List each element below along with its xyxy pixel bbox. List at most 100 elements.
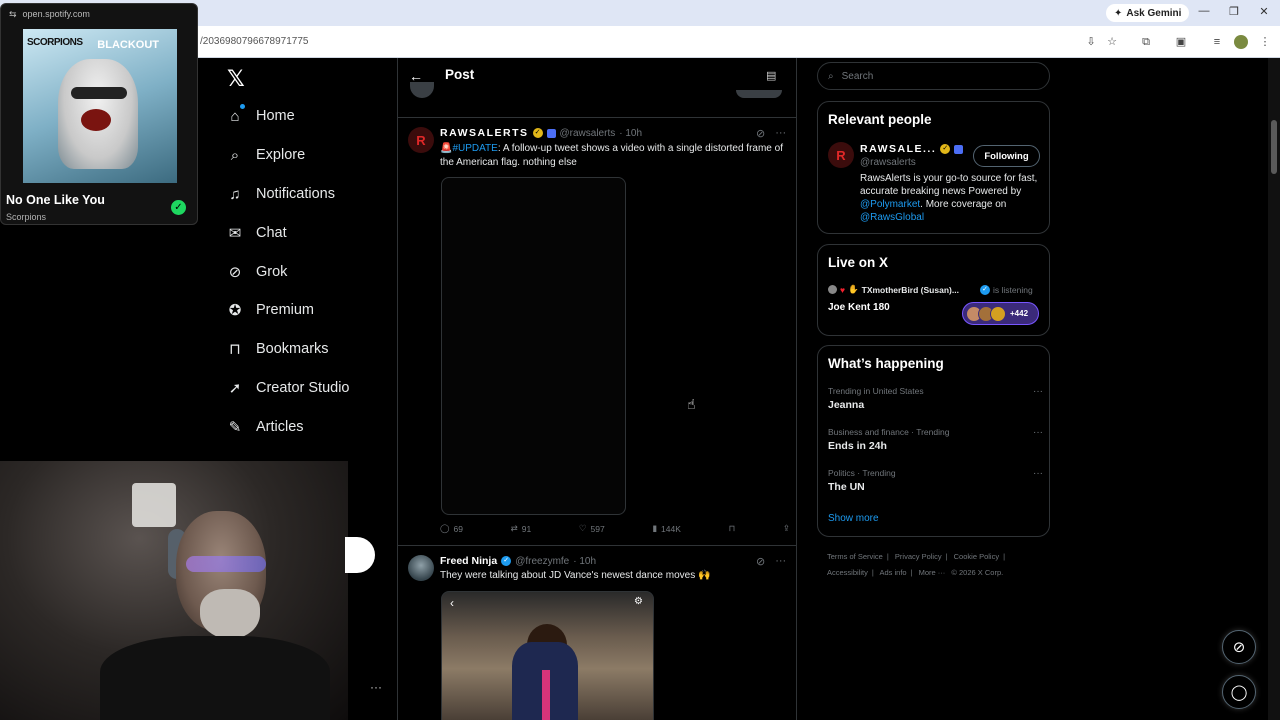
restore-icon[interactable]: ❐ xyxy=(1226,5,1242,18)
article-icon: ✎ xyxy=(228,419,242,436)
reader-mode-icon[interactable]: ▤ xyxy=(766,69,776,82)
trend-item[interactable]: Politics · Trending The UN ··· xyxy=(828,468,1043,493)
views-button[interactable]: ▮ 144K xyxy=(652,523,681,534)
footer-separator: | xyxy=(871,568,874,577)
author-name[interactable]: RAWSALERTS xyxy=(440,127,529,139)
grok-icon[interactable]: ⊘ xyxy=(756,555,765,568)
avatar[interactable]: R xyxy=(408,127,434,153)
spotify-miniplayer[interactable]: ⇆ open.spotify.com SCORPIONS BLACKOUT No… xyxy=(0,3,198,225)
footer-separator: | xyxy=(1003,552,1006,561)
nav-notifications[interactable]: ♫ Notifications xyxy=(226,185,335,203)
track-artist[interactable]: Scorpions xyxy=(6,212,46,222)
minimize-icon[interactable]: — xyxy=(1196,5,1212,17)
tweet-time[interactable]: · 10h xyxy=(573,556,596,567)
chevron-left-icon[interactable]: ‹ xyxy=(450,596,454,610)
bio-link[interactable]: @RawsGlobal xyxy=(860,212,924,223)
show-more-link[interactable]: Show more xyxy=(828,513,879,524)
live-host[interactable]: ♥ ✋ TXmotherBird (Susan)... xyxy=(828,284,959,295)
tweet-author[interactable]: Freed Ninja ✓ @freezymfe · 10h xyxy=(440,555,596,567)
grok-icon[interactable]: ⊘ xyxy=(756,127,765,140)
follow-button[interactable] xyxy=(736,90,782,98)
person-handle[interactable]: @rawsalerts xyxy=(860,157,916,168)
reply-button[interactable]: ◯ 69 xyxy=(440,523,463,534)
footer-link[interactable]: Cookie Policy xyxy=(954,552,999,561)
hashtag-link[interactable]: #UPDATE xyxy=(452,143,497,154)
nav-articles[interactable]: ✎ Articles xyxy=(226,418,304,436)
footer-link[interactable]: Privacy Policy xyxy=(895,552,942,561)
split-view-icon[interactable]: ▣ xyxy=(1174,35,1188,49)
space-title[interactable]: Joe Kent 180 xyxy=(828,302,890,313)
nav-home[interactable]: ⌂ Home xyxy=(226,107,294,125)
x-logo-icon[interactable]: 𝕏 xyxy=(227,66,245,92)
profile-avatar[interactable] xyxy=(1234,35,1248,49)
url-text[interactable]: /2036980796678971775 xyxy=(200,36,308,47)
settings-sliders-icon[interactable]: ⚙ xyxy=(634,596,643,607)
media-icon[interactable]: ≡ xyxy=(1210,35,1224,49)
person-name-text[interactable]: RAWSALE... xyxy=(860,143,936,155)
nav-chat[interactable]: ✉ Chat xyxy=(226,224,287,242)
more-icon[interactable]: ··· xyxy=(370,680,382,694)
grok-icon: ⊘ xyxy=(228,264,242,281)
trend-item[interactable]: Trending in United States Jeanna ··· xyxy=(828,386,1043,411)
nav-creator-studio[interactable]: ➚ Creator Studio xyxy=(226,379,350,397)
close-icon[interactable]: ✕ xyxy=(1256,5,1272,18)
messages-fab-button[interactable]: ◯ xyxy=(1222,675,1256,709)
scrollbar-thumb[interactable] xyxy=(1271,120,1277,174)
more-icon[interactable]: ··· xyxy=(775,555,786,568)
following-button[interactable]: Following xyxy=(973,145,1040,167)
tweet-author[interactable]: RAWSALERTS ✓ @rawsalerts · 10h xyxy=(440,127,642,139)
bookmark-button[interactable]: ⊓ xyxy=(729,523,736,534)
tweet-video[interactable]: ‹ ⚙ xyxy=(441,591,654,720)
copyright: © 2026 X Corp. xyxy=(951,568,1004,577)
webcam-overlay xyxy=(0,461,348,720)
home-icon: ⌂ xyxy=(230,107,240,125)
nav-bookmarks[interactable]: ⊓ Bookmarks xyxy=(226,340,328,358)
share-button[interactable]: ⇪ xyxy=(783,523,790,534)
bell-icon: ♫ xyxy=(229,185,241,203)
footer-link[interactable]: Accessibility xyxy=(827,568,868,577)
avatar[interactable] xyxy=(410,82,434,98)
more-icon[interactable]: ··· xyxy=(1033,386,1043,397)
ask-gemini-button[interactable]: ✦ Ask Gemini xyxy=(1106,4,1190,22)
footer-link[interactable]: More ··· xyxy=(919,568,946,577)
trend-name: Ends in 24h xyxy=(828,440,887,452)
extensions-icon[interactable]: ⧉ xyxy=(1139,35,1153,49)
author-handle[interactable]: @freezymfe xyxy=(515,556,569,567)
bio-link[interactable]: @Polymarket xyxy=(860,199,920,210)
author-handle[interactable]: @rawsalerts xyxy=(560,128,616,139)
more-icon[interactable]: ··· xyxy=(1033,427,1043,438)
tweet-time[interactable]: · 10h xyxy=(619,128,642,139)
avatar[interactable] xyxy=(408,555,434,581)
avatar xyxy=(828,285,837,294)
listeners-pill[interactable]: +442 xyxy=(962,302,1039,325)
person-name[interactable]: RAWSALE... ✓ xyxy=(860,143,964,155)
like-button[interactable]: ♡ 597 xyxy=(579,523,605,534)
repost-button[interactable]: ⇄ 91 xyxy=(511,523,532,534)
star-icon[interactable]: ☆ xyxy=(1105,35,1119,49)
nav-label: Notifications xyxy=(256,186,335,202)
rocket-icon: ➚ xyxy=(228,380,242,397)
status-text: is listening xyxy=(993,285,1033,295)
nav-grok[interactable]: ⊘ Grok xyxy=(226,263,288,281)
install-icon[interactable]: ⇩ xyxy=(1084,35,1098,49)
live-on-x-card[interactable]: Live on X ♥ ✋ TXmotherBird (Susan)... ✓ … xyxy=(817,244,1050,336)
tweet[interactable]: Freed Ninja ✓ @freezymfe · 10h ⊘ ··· The… xyxy=(398,547,796,720)
tweet-video[interactable] xyxy=(441,177,626,515)
avatar[interactable]: R xyxy=(828,142,854,168)
search-input[interactable]: ⌕ Search xyxy=(817,62,1050,90)
tweet[interactable]: R RAWSALERTS ✓ @rawsalerts · 10h ⊘ ··· 🚨… xyxy=(398,119,796,546)
more-icon[interactable]: ··· xyxy=(1033,468,1043,479)
footer-link[interactable]: Ads info xyxy=(879,568,906,577)
tweet-actions: ◯ 69 ⇄ 91 ♡ 597 ▮ 144K ⊓ ⇪ xyxy=(440,523,790,534)
trend-item[interactable]: Business and finance · Trending Ends in … xyxy=(828,427,1043,452)
more-icon[interactable]: ··· xyxy=(775,127,786,140)
heart-icon: ♡ xyxy=(578,523,587,533)
grok-fab-button[interactable]: ⊘ xyxy=(1222,630,1256,664)
author-name[interactable]: Freed Ninja xyxy=(440,555,497,567)
post-button-partial[interactable] xyxy=(345,537,375,573)
saved-check-icon[interactable]: ✓ xyxy=(171,200,186,215)
nav-explore[interactable]: ⌕ Explore xyxy=(226,146,305,164)
menu-icon[interactable]: ⋮ xyxy=(1258,35,1272,49)
footer-link[interactable]: Terms of Service xyxy=(827,552,883,561)
nav-premium[interactable]: ✪ Premium xyxy=(226,301,314,319)
